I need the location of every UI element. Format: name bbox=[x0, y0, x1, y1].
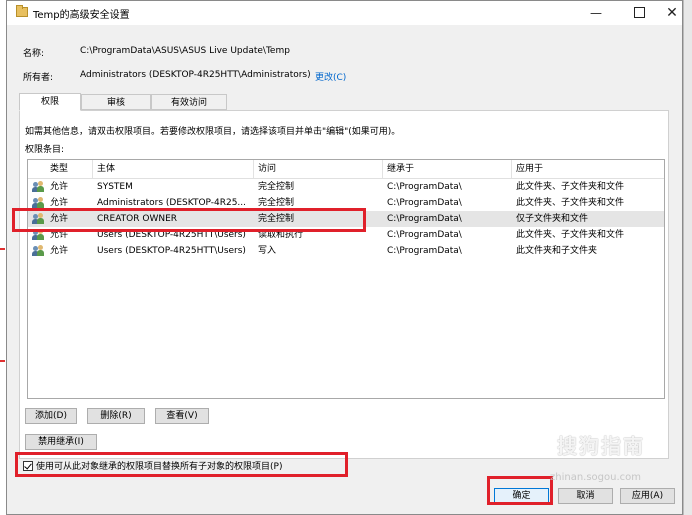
cell-applies-to: 仅子文件夹和文件 bbox=[516, 214, 589, 224]
name-label: 名称: bbox=[23, 49, 45, 59]
column-header-type[interactable]: 类型 bbox=[46, 160, 93, 178]
tab-bar: 权限 审核 有效访问 bbox=[19, 93, 669, 111]
table-row[interactable]: 允许 Users (DESKTOP-4R25HTT\Users) 写入 C:\P… bbox=[28, 243, 664, 259]
users-icon bbox=[32, 245, 46, 257]
cell-type: 允许 bbox=[50, 182, 69, 192]
cell-principal: Users (DESKTOP-4R25HTT\Users) bbox=[97, 246, 246, 256]
column-header-access[interactable]: 访问 bbox=[254, 160, 383, 178]
title-bar[interactable]: Temp的高级安全设置 — ✕ bbox=[7, 1, 682, 25]
background-window-edge-right bbox=[683, 0, 692, 515]
column-header-applies-to[interactable]: 应用于 bbox=[512, 160, 664, 178]
maximize-icon bbox=[633, 7, 645, 18]
owner-value: Administrators (DESKTOP-4R25HTT\Administ… bbox=[80, 70, 311, 80]
cell-access: 写入 bbox=[258, 246, 277, 256]
maximize-button[interactable] bbox=[624, 4, 654, 22]
tab-permissions[interactable]: 权限 bbox=[19, 93, 81, 111]
cell-principal: SYSTEM bbox=[97, 182, 133, 192]
permission-entries-list[interactable]: 类型 主体 访问 继承于 应用于 允许 SYSTEM 完全控制 C:\Progr… bbox=[27, 159, 665, 399]
tab-auditing[interactable]: 审核 bbox=[81, 94, 151, 110]
cell-inherited-from: C:\ProgramData\ bbox=[387, 182, 462, 192]
change-owner-link[interactable]: 更改(C) bbox=[315, 70, 346, 83]
cell-inherited-from: C:\ProgramData\ bbox=[387, 230, 462, 240]
apply-button[interactable]: 应用(A) bbox=[620, 488, 675, 504]
background-red-mark bbox=[0, 360, 5, 362]
cell-inherited-from: C:\ProgramData\ bbox=[387, 246, 462, 256]
cell-applies-to: 此文件夹和子文件夹 bbox=[516, 246, 598, 256]
watermark-url: zhinan.sogou.com bbox=[550, 472, 642, 483]
column-header-principal[interactable]: 主体 bbox=[93, 160, 254, 178]
close-button[interactable]: ✕ bbox=[657, 4, 687, 22]
list-header: 类型 主体 访问 继承于 应用于 bbox=[28, 160, 664, 179]
cell-access: 完全控制 bbox=[258, 182, 295, 192]
background-red-mark bbox=[0, 248, 5, 250]
cell-inherited-from: C:\ProgramData\ bbox=[387, 214, 462, 224]
cell-applies-to: 此文件夹、子文件夹和文件 bbox=[516, 230, 625, 240]
remove-button[interactable]: 删除(R) bbox=[87, 408, 145, 424]
cell-inherited-from: C:\ProgramData\ bbox=[387, 198, 462, 208]
entries-label: 权限条目: bbox=[25, 145, 65, 155]
highlight-box-selected-row bbox=[12, 208, 366, 232]
cell-applies-to: 此文件夹、子文件夹和文件 bbox=[516, 182, 625, 192]
minimize-button[interactable]: — bbox=[581, 4, 611, 22]
watermark-text: 搜狗指南 bbox=[557, 434, 645, 458]
cancel-button[interactable]: 取消 bbox=[558, 488, 613, 504]
table-row[interactable]: 允许 SYSTEM 完全控制 C:\ProgramData\ 此文件夹、子文件夹… bbox=[28, 179, 664, 195]
highlight-box-checkbox bbox=[15, 452, 348, 477]
instructions-text: 如需其他信息，请双击权限项目。若要修改权限项目，请选择该项目并单击"编辑"(如果… bbox=[25, 127, 401, 137]
view-button[interactable]: 查看(V) bbox=[155, 408, 209, 424]
window-title: Temp的高级安全设置 bbox=[33, 10, 130, 21]
cell-type: 允许 bbox=[50, 246, 69, 256]
folder-icon bbox=[16, 5, 28, 17]
tab-effective-access[interactable]: 有效访问 bbox=[151, 94, 227, 110]
add-button[interactable]: 添加(D) bbox=[25, 408, 77, 424]
name-value: C:\ProgramData\ASUS\ASUS Live Update\Tem… bbox=[80, 46, 290, 56]
highlight-box-ok-button bbox=[487, 476, 553, 505]
disable-inheritance-button[interactable]: 禁用继承(I) bbox=[25, 434, 97, 450]
sogou-watermark: S 搜狗指南 bbox=[525, 424, 675, 464]
owner-label: 所有者: bbox=[23, 73, 54, 83]
cell-applies-to: 此文件夹、子文件夹和文件 bbox=[516, 198, 625, 208]
column-header-inherited-from[interactable]: 继承于 bbox=[383, 160, 512, 178]
sogou-logo-icon: S bbox=[525, 428, 553, 456]
users-icon bbox=[32, 181, 46, 193]
